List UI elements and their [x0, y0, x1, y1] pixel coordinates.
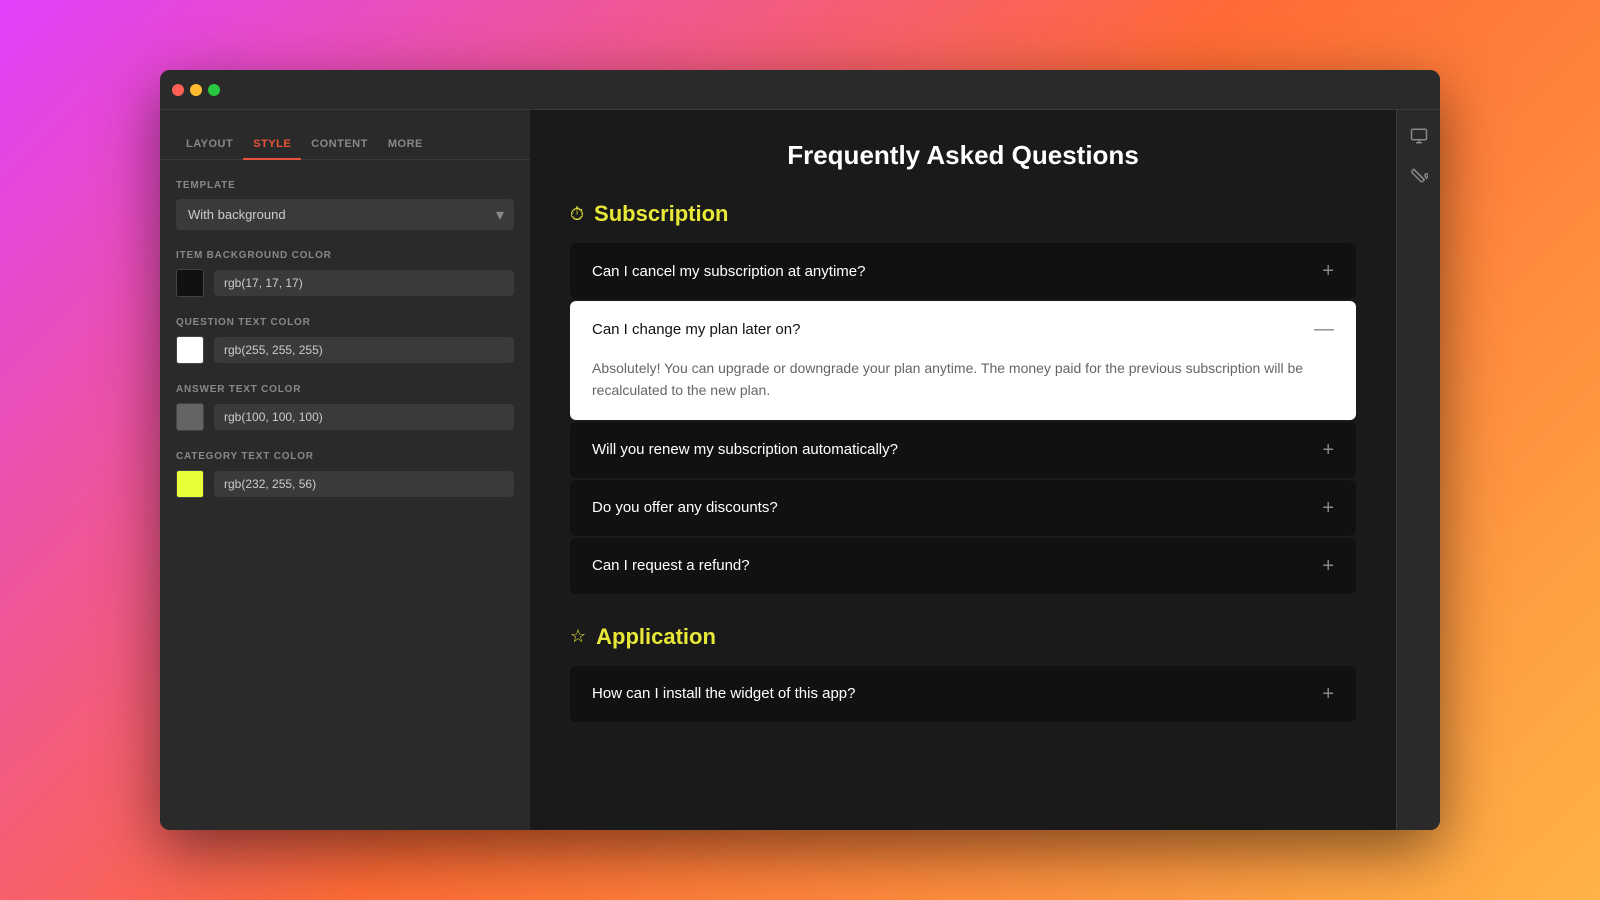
- template-select-wrapper: With background Without background Minim…: [176, 199, 514, 230]
- question-text-color-value: rgb(255, 255, 255): [214, 337, 514, 363]
- monitor-icon[interactable]: [1403, 120, 1435, 152]
- question-text-color-label: QUESTION TEXT COLOR: [176, 317, 514, 328]
- faq-question[interactable]: Can I request a refund? +: [570, 538, 1356, 594]
- sidebar: LAYOUT STYLE CONTENT MORE TEMPLATE With …: [160, 110, 530, 830]
- titlebar: [160, 70, 1440, 110]
- faq-answer: Absolutely! You can upgrade or downgrade…: [570, 357, 1356, 420]
- traffic-lights: [172, 84, 220, 96]
- template-label: TEMPLATE: [176, 180, 514, 191]
- faq-question-text: Do you offer any discounts?: [592, 499, 778, 516]
- faq-question-text: Will you renew my subscription automatic…: [592, 441, 898, 458]
- question-text-color-row: rgb(255, 255, 255): [176, 336, 514, 364]
- tab-content[interactable]: CONTENT: [301, 130, 378, 160]
- faq-toggle-plus-icon: +: [1322, 261, 1334, 281]
- faq-question[interactable]: Will you renew my subscription automatic…: [570, 422, 1356, 478]
- faq-item: Can I cancel my subscription at anytime?…: [570, 243, 1356, 299]
- faq-toggle-plus-icon: +: [1322, 498, 1334, 518]
- faq-question-text: Can I cancel my subscription at anytime?: [592, 263, 865, 280]
- subscription-title: Subscription: [594, 201, 728, 227]
- faq-question-text: How can I install the widget of this app…: [592, 685, 855, 702]
- question-text-color-swatch[interactable]: [176, 336, 204, 364]
- faq-question[interactable]: Can I cancel my subscription at anytime?…: [570, 243, 1356, 299]
- answer-text-color-value: rgb(100, 100, 100): [214, 404, 514, 430]
- faq-toggle-minus-icon: —: [1314, 319, 1334, 339]
- faq-toggle-plus-icon: +: [1322, 440, 1334, 460]
- application-faq-list: How can I install the widget of this app…: [570, 666, 1356, 722]
- tab-style[interactable]: STYLE: [243, 130, 301, 160]
- content-area: Frequently Asked Questions ⏱ Subscriptio…: [530, 110, 1396, 830]
- faq-item: Do you offer any discounts? +: [570, 480, 1356, 536]
- subscription-icon: ⏱: [570, 204, 584, 225]
- item-bg-color-value: rgb(17, 17, 17): [214, 270, 514, 296]
- sidebar-content: TEMPLATE With background Without backgro…: [160, 160, 530, 830]
- faq-question-expanded[interactable]: Can I change my plan later on? —: [570, 301, 1356, 357]
- tab-more[interactable]: MORE: [378, 130, 433, 160]
- close-button[interactable]: [172, 84, 184, 96]
- category-text-color-swatch[interactable]: [176, 470, 204, 498]
- maximize-button[interactable]: [208, 84, 220, 96]
- subscription-category-header: ⏱ Subscription: [570, 201, 1356, 227]
- faq-item-expanded: Can I change my plan later on? — Absolut…: [570, 301, 1356, 420]
- answer-text-color-row: rgb(100, 100, 100): [176, 403, 514, 431]
- tab-layout[interactable]: LAYOUT: [176, 130, 243, 160]
- right-toolbar: [1396, 110, 1440, 830]
- faq-question-text: Can I request a refund?: [592, 557, 750, 574]
- page-title: Frequently Asked Questions: [570, 140, 1356, 171]
- app-window: LAYOUT STYLE CONTENT MORE TEMPLATE With …: [160, 70, 1440, 830]
- paint-bucket-icon[interactable]: [1403, 160, 1435, 192]
- subscription-faq-list: Can I cancel my subscription at anytime?…: [570, 243, 1356, 594]
- template-select[interactable]: With background Without background Minim…: [176, 199, 514, 230]
- answer-text-color-label: ANSWER TEXT COLOR: [176, 384, 514, 395]
- answer-text-color-swatch[interactable]: [176, 403, 204, 431]
- faq-question[interactable]: How can I install the widget of this app…: [570, 666, 1356, 722]
- category-text-color-label: CATEGORY TEXT COLOR: [176, 451, 514, 462]
- faq-item: How can I install the widget of this app…: [570, 666, 1356, 722]
- faq-question[interactable]: Do you offer any discounts? +: [570, 480, 1356, 536]
- minimize-button[interactable]: [190, 84, 202, 96]
- item-bg-color-label: ITEM BACKGROUND COLOR: [176, 250, 514, 261]
- faq-item: Can I request a refund? +: [570, 538, 1356, 594]
- application-title: Application: [596, 624, 716, 650]
- faq-toggle-plus-icon: +: [1322, 684, 1334, 704]
- application-icon: ☆: [570, 626, 586, 647]
- main-layout: LAYOUT STYLE CONTENT MORE TEMPLATE With …: [160, 110, 1440, 830]
- faq-toggle-plus-icon: +: [1322, 556, 1334, 576]
- item-bg-color-swatch[interactable]: [176, 269, 204, 297]
- faq-question-text-expanded: Can I change my plan later on?: [592, 321, 800, 338]
- faq-item: Will you renew my subscription automatic…: [570, 422, 1356, 478]
- category-text-color-row: rgb(232, 255, 56): [176, 470, 514, 498]
- item-bg-color-row: rgb(17, 17, 17): [176, 269, 514, 297]
- sidebar-tabs: LAYOUT STYLE CONTENT MORE: [160, 110, 530, 160]
- category-text-color-value: rgb(232, 255, 56): [214, 471, 514, 497]
- application-category-header: ☆ Application: [570, 624, 1356, 650]
